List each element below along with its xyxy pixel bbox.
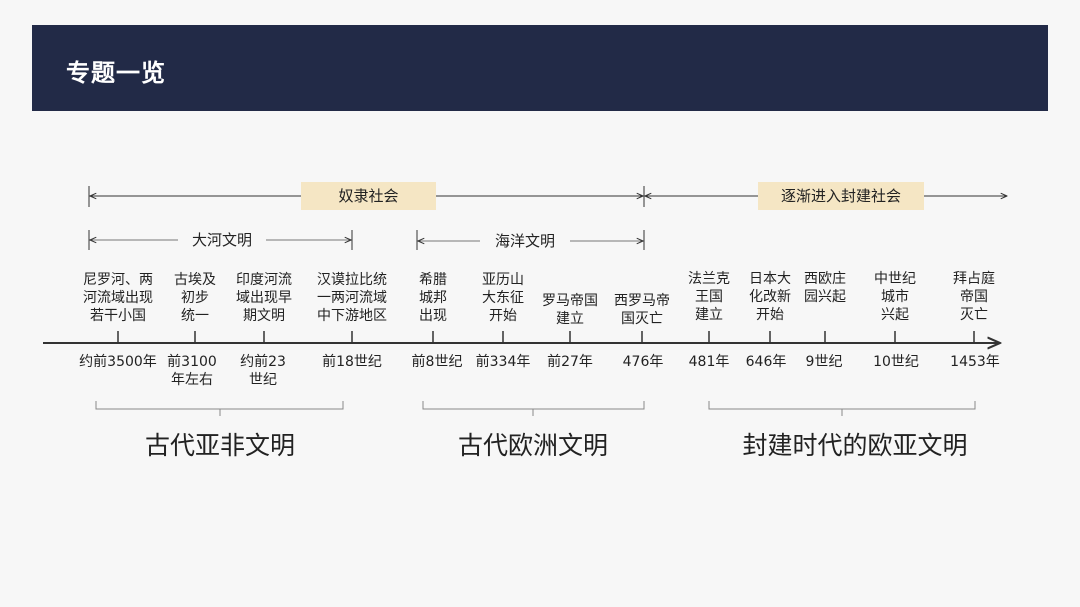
event-label-line: 王国: [695, 289, 723, 305]
event-label: 亚历山 大东征 开始: [482, 271, 524, 325]
event-label: 希腊 城邦 出现: [419, 271, 447, 325]
era-label-feudal-society: 逐渐进入封建社会: [758, 182, 924, 210]
event-label-line: 若干小国: [90, 308, 146, 324]
event-label-line: 开始: [489, 308, 517, 324]
event-label-line: 化改新: [749, 289, 791, 305]
brace-asia-africa: [95, 401, 344, 416]
event-label-line: 期文明: [243, 308, 285, 324]
event-date-line: 1453年: [950, 354, 1000, 370]
event-label-line: 兴起: [881, 307, 909, 323]
event-date-line: 前334年: [475, 354, 531, 370]
group-label-feudal-eurasia: 封建时代的欧亚文明: [742, 431, 968, 460]
event-label-line: 亚历山: [482, 272, 524, 288]
event-label-line: 大东征: [482, 290, 524, 306]
event-label-line: 城邦: [419, 290, 447, 306]
event-date: 前334年: [476, 353, 531, 371]
event-label-line: 汉谟拉比统: [317, 272, 387, 288]
event-label-line: 河流域出现: [83, 290, 153, 306]
event-date-line: 前8世纪: [411, 354, 463, 370]
event-date-line: 481年: [688, 354, 730, 370]
group-label-ancient-asia-africa: 古代亚非文明: [144, 431, 296, 460]
event-label-line: 中世纪: [874, 271, 916, 287]
event-label-line: 城市: [881, 289, 909, 305]
event-label: 罗马帝国 建立: [542, 292, 598, 328]
event-label-line: 罗马帝国: [542, 293, 598, 309]
event-label-line: 西欧庄: [804, 271, 846, 287]
brace-europe: [422, 401, 645, 416]
event-label: 法兰克 王国 建立: [688, 270, 730, 324]
event-date-line: 约前3500年: [79, 354, 157, 370]
event-label: 印度河流域出现早期文明: [236, 271, 292, 325]
event-label-line: 出现: [419, 308, 447, 324]
event-date: 10世纪: [873, 353, 919, 371]
event-label-line: 园兴起: [804, 289, 846, 305]
event-date-line: 前3100: [167, 354, 217, 370]
event-label-line: 开始: [756, 307, 784, 323]
event-date-line: 476年: [622, 354, 664, 370]
event-label: 西罗马帝 国灭亡: [614, 292, 670, 328]
event-date-line: 世纪: [248, 372, 277, 388]
event-date-line: 10世纪: [873, 354, 919, 370]
event-date: 1453年: [950, 353, 1000, 371]
era-label-slave-society: 奴隶社会: [301, 182, 436, 210]
event-date-line: 前27年: [547, 354, 593, 370]
event-date: 约前3500年: [79, 353, 157, 371]
event-label-line: 域出现早: [236, 290, 292, 306]
event-label-line: 古埃及: [174, 272, 216, 288]
event-label-line: 西罗马帝: [614, 293, 670, 309]
event-label-line: 尼罗河、两: [83, 272, 153, 288]
event-label-line: 日本大: [749, 271, 791, 287]
event-date: 前18世纪: [322, 353, 382, 371]
event-label-line: 国灭亡: [621, 311, 663, 327]
event-date: 前8世纪: [412, 353, 463, 371]
event-label: 尼罗河、两河流域出现若干小国: [83, 271, 153, 325]
event-label-line: 一两河流域: [317, 290, 387, 306]
event-date-line: 约前23: [240, 354, 286, 370]
event-label-line: 希腊: [419, 272, 447, 288]
event-date-line: 前18世纪: [322, 354, 382, 370]
event-date: 前3100 年左右: [167, 353, 217, 389]
event-label-line: 初步: [181, 290, 209, 306]
event-date: 前27年: [547, 353, 593, 371]
event-label-line: 法兰克: [688, 271, 730, 287]
event-label: 西欧庄 园兴起: [804, 270, 846, 306]
event-label-line: 建立: [695, 307, 723, 323]
event-label: 古埃及 初步 统一: [174, 271, 216, 325]
sub-era-label-ocean: 海洋文明: [480, 227, 570, 255]
event-label: 拜占庭 帝国 灭亡: [953, 270, 995, 324]
event-label-line: 印度河流: [236, 272, 292, 288]
event-date: 476年: [623, 353, 664, 371]
event-label: 汉谟拉比统一两河流域中下游地区: [317, 271, 387, 325]
event-date-line: 年左右: [170, 372, 213, 388]
event-date-line: 9世纪: [805, 354, 843, 370]
brace-feudal: [708, 401, 976, 416]
event-label-line: 帝国: [960, 289, 988, 305]
event-date-line: 646年: [745, 354, 787, 370]
event-date: 646年: [746, 353, 787, 371]
event-label: 中世纪 城市 兴起: [874, 270, 916, 324]
event-label-line: 建立: [556, 311, 584, 327]
group-label-ancient-europe: 古代欧洲文明: [457, 431, 609, 460]
event-label: 日本大 化改新 开始: [749, 270, 791, 324]
event-date: 9世纪: [806, 353, 843, 371]
event-date: 约前23 世纪: [240, 353, 286, 389]
event-date: 481年: [689, 353, 730, 371]
event-label-line: 统一: [181, 308, 209, 324]
event-label-line: 中下游地区: [317, 308, 387, 324]
timeline-lines: [43, 186, 1080, 416]
event-label-line: 灭亡: [960, 307, 988, 323]
sub-era-label-river: 大河文明: [178, 226, 266, 254]
event-label-line: 拜占庭: [953, 271, 995, 287]
